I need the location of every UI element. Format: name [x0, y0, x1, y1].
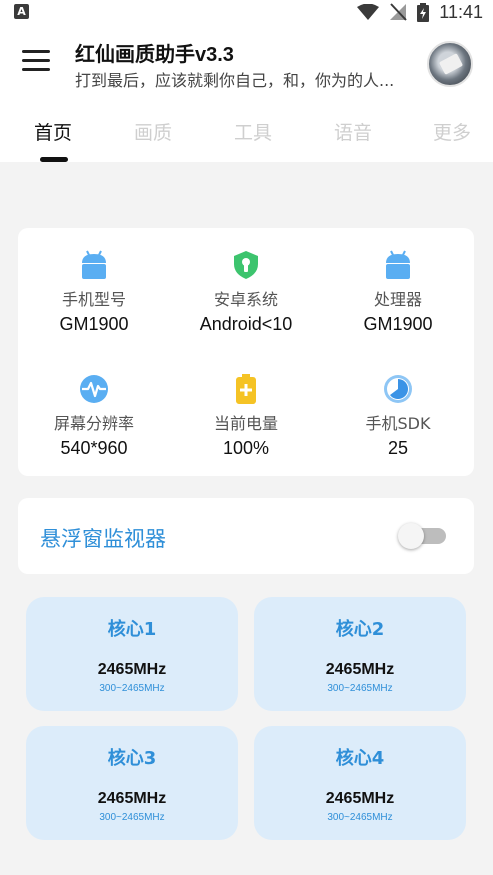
- floating-monitor-toggle[interactable]: [398, 523, 446, 549]
- app-bar: 红仙画质助手v3.3 打到最后，应该就剩你自己，和，你为的人...: [0, 24, 493, 100]
- info-label: 手机SDK: [365, 414, 431, 433]
- tab-quality[interactable]: 画质: [134, 118, 172, 145]
- core-name: 核心4: [335, 748, 385, 769]
- info-label: 当前电量: [213, 414, 278, 433]
- info-label: 手机型号: [61, 290, 126, 309]
- menu-button[interactable]: [22, 50, 50, 74]
- tab-bar: 首页 画质 工具 语音 更多: [0, 100, 493, 162]
- tab-tools[interactable]: 工具: [234, 118, 272, 145]
- core-frequency: 2465MHz: [97, 661, 167, 678]
- menu-icon-line: [22, 68, 50, 71]
- info-item-processor: 处理器 GM1900: [322, 250, 474, 335]
- core-frequency-range: 300~2465MHz: [99, 683, 165, 694]
- info-value: 25: [387, 438, 409, 458]
- pulse-icon: [80, 375, 108, 403]
- info-value: GM1900: [363, 314, 433, 334]
- notification-a-icon: A: [14, 4, 29, 19]
- core-frequency-range: 300~2465MHz: [99, 812, 165, 823]
- clock-time: 11:41: [439, 1, 483, 22]
- info-value: GM1900: [59, 314, 129, 334]
- avatar[interactable]: [427, 41, 473, 87]
- core-name: 核心3: [107, 748, 157, 769]
- cpu-core-card: 核心3 2465MHz 300~2465MHz: [26, 726, 238, 840]
- core-frequency-range: 300~2465MHz: [327, 812, 393, 823]
- status-icons: 11:41: [357, 0, 483, 24]
- toggle-thumb: [398, 523, 424, 549]
- info-item-resolution: 屏幕分辨率 540*960: [18, 374, 170, 459]
- core-frequency: 2465MHz: [325, 790, 395, 807]
- menu-icon-line: [22, 50, 50, 53]
- floating-monitor-card: 悬浮窗监视器: [18, 498, 474, 574]
- menu-icon-line: [22, 59, 50, 62]
- core-frequency: 2465MHz: [97, 790, 167, 807]
- android-icon: [386, 250, 410, 279]
- core-name: 核心2: [335, 619, 385, 640]
- shield-lock-icon: [234, 251, 258, 279]
- tab-home[interactable]: 首页: [34, 118, 72, 145]
- core-frequency: 2465MHz: [325, 661, 395, 678]
- core-name: 核心1: [107, 619, 157, 640]
- info-label: 屏幕分辨率: [53, 414, 134, 433]
- info-label: 安卓系统: [213, 290, 278, 309]
- no-signal-icon: [390, 3, 408, 21]
- info-item-model: 手机型号 GM1900: [18, 250, 170, 335]
- cpu-core-card: 核心2 2465MHz 300~2465MHz: [254, 597, 466, 711]
- info-value: 100%: [222, 438, 270, 458]
- wifi-icon: [357, 4, 380, 20]
- pie-chart-icon: [384, 375, 412, 403]
- app-subtitle: 打到最后，应该就剩你自己，和，你为的人...: [75, 71, 395, 90]
- core-frequency-range: 300~2465MHz: [327, 683, 393, 694]
- tab-indicator: [40, 157, 68, 162]
- info-item-battery: 当前电量 100%: [170, 374, 322, 459]
- cpu-core-card: 核心1 2465MHz 300~2465MHz: [26, 597, 238, 711]
- android-icon: [82, 250, 106, 279]
- device-info-card: 手机型号 GM1900 安卓系统 Android<10 处理器 GM1900 屏…: [18, 228, 474, 476]
- info-item-android: 安卓系统 Android<10: [170, 250, 322, 335]
- info-item-sdk: 手机SDK 25: [322, 374, 474, 459]
- battery-charging-icon: [417, 2, 430, 22]
- app-title: 红仙画质助手v3.3: [75, 44, 234, 66]
- cpu-core-card: 核心4 2465MHz 300~2465MHz: [254, 726, 466, 840]
- info-value: 540*960: [60, 438, 128, 458]
- info-value: Android<10: [199, 314, 293, 334]
- battery-plus-icon: [236, 374, 256, 404]
- tab-more[interactable]: 更多: [433, 118, 471, 145]
- floating-monitor-label: 悬浮窗监视器: [40, 527, 166, 551]
- tab-voice[interactable]: 语音: [334, 118, 372, 145]
- status-bar: A 11:41: [0, 0, 493, 24]
- info-label: 处理器: [373, 290, 422, 309]
